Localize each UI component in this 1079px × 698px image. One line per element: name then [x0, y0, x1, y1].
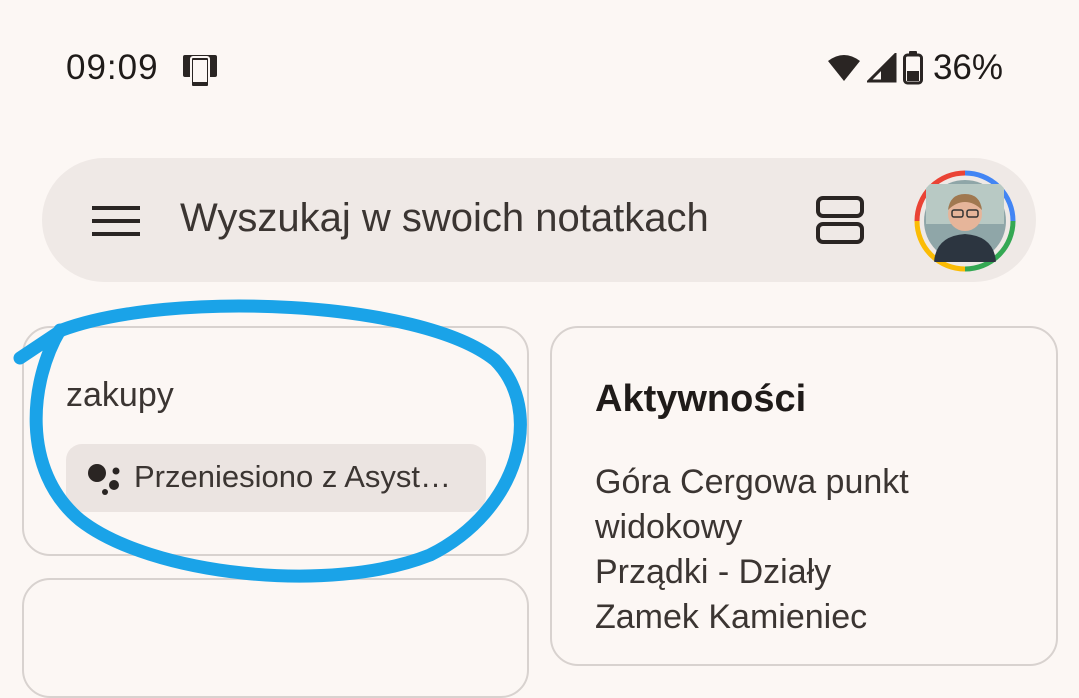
note-title: Aktywności: [595, 378, 807, 420]
note-line: Góra Cergowa punkt: [595, 463, 909, 501]
menu-icon[interactable]: [92, 204, 140, 238]
status-time: 09:09: [66, 48, 159, 87]
note-line: Zamek Kamieniec: [595, 598, 868, 636]
chip-label: Przeniesiono z Asyst…: [134, 459, 452, 494]
status-bar: 09:09 36%: [0, 0, 1079, 140]
status-icons: 36%: [827, 48, 1003, 88]
note-line: widokowy: [595, 508, 743, 546]
note-line: Prządki - Działy: [595, 553, 832, 591]
avatar[interactable]: [914, 170, 1016, 272]
list-view-icon[interactable]: [814, 194, 866, 246]
note-body: Góra Cergowa punkt widokowy Prządki - Dz…: [595, 460, 1035, 640]
signal-icon: [866, 53, 897, 83]
device-icon: [183, 55, 217, 88]
note-card-zakupy[interactable]: [22, 326, 529, 556]
battery-icon: [902, 51, 923, 85]
note-card[interactable]: [22, 578, 529, 698]
battery-percent: 36%: [932, 48, 1003, 87]
assistant-icon: [88, 464, 120, 495]
search-input[interactable]: Wyszukaj w swoich notatkach: [180, 196, 709, 241]
wifi-icon: [827, 55, 860, 81]
note-text: zakupy: [66, 376, 174, 414]
